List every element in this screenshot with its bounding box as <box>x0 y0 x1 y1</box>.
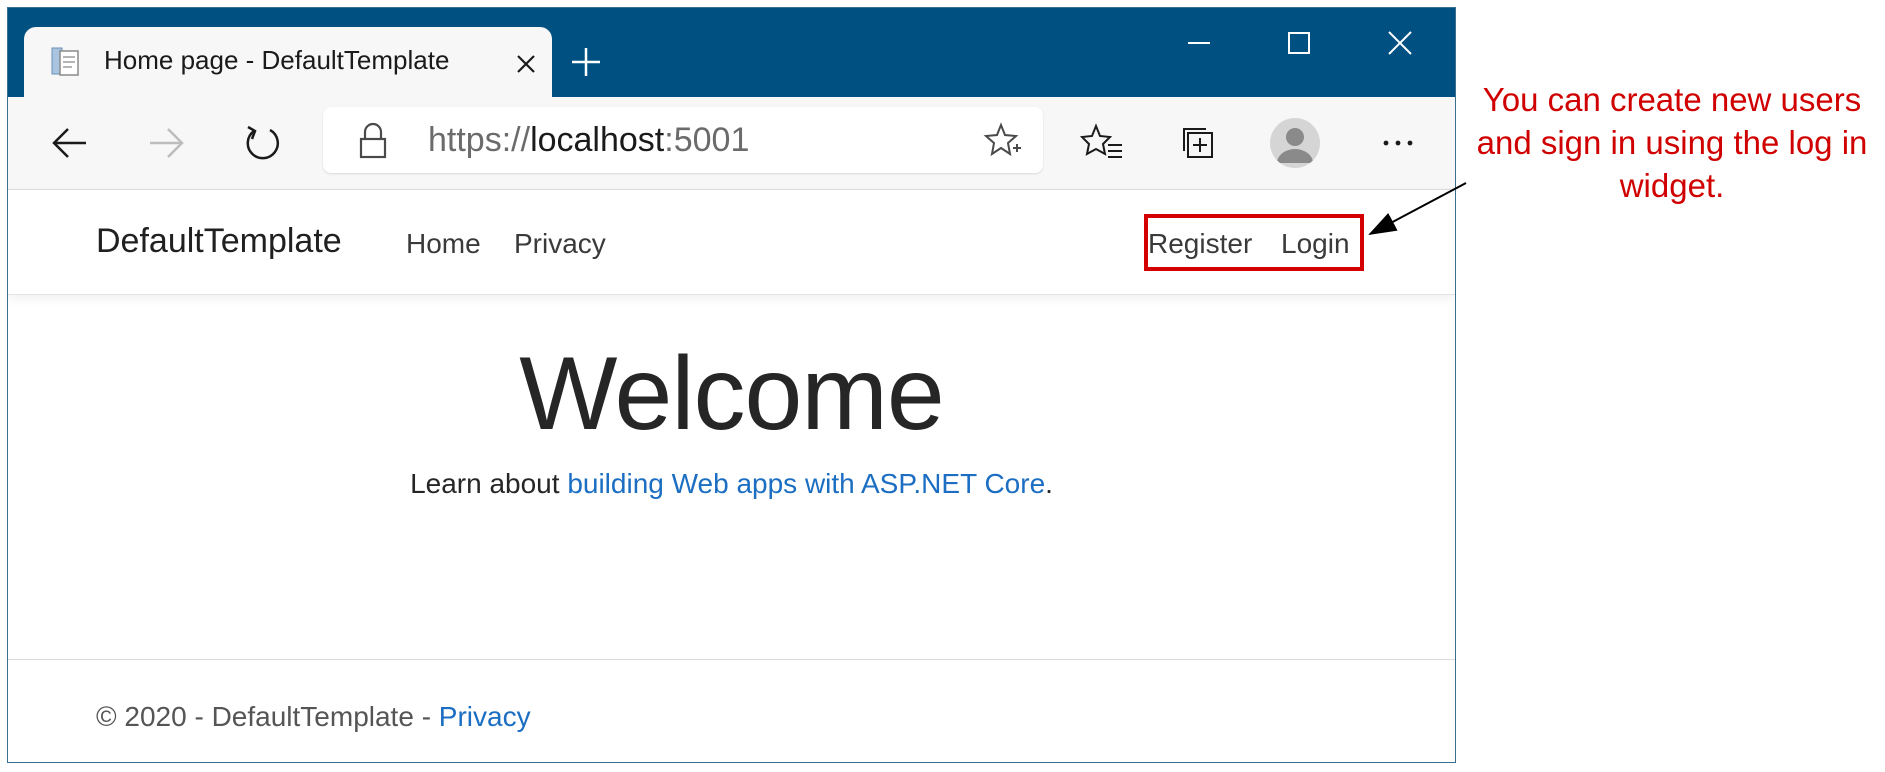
minimize-icon[interactable] <box>1182 26 1216 60</box>
browser-toolbar: https://localhost:5001 <box>8 97 1455 190</box>
footer-privacy-link[interactable]: Privacy <box>439 701 531 732</box>
tab-title: Home page - DefaultTemplate <box>104 45 450 75</box>
maximize-icon[interactable] <box>1282 26 1316 60</box>
register-link[interactable]: Register <box>1148 228 1252 260</box>
footer-copyright: © 2020 - DefaultTemplate - <box>96 701 439 732</box>
nav-privacy-link[interactable]: Privacy <box>514 228 606 260</box>
url-scheme: https:// <box>428 121 531 159</box>
favorites-icon[interactable] <box>1080 121 1124 165</box>
url-text: https://localhost:5001 <box>428 121 749 160</box>
login-link[interactable]: Login <box>1281 228 1350 260</box>
favorite-star-icon[interactable] <box>983 121 1023 161</box>
more-icon[interactable] <box>1376 121 1420 165</box>
footer-divider <box>8 659 1455 660</box>
url-host: localhost <box>530 121 665 159</box>
nav-home-link[interactable]: Home <box>406 228 481 260</box>
learn-text: Learn about building Web apps with ASP.N… <box>8 468 1455 500</box>
page-favicon-icon <box>51 47 79 76</box>
lock-icon <box>359 122 387 159</box>
url-port: :5001 <box>664 121 750 159</box>
profile-avatar-icon[interactable] <box>1270 118 1320 168</box>
brand-link[interactable]: DefaultTemplate <box>96 222 342 261</box>
title-bar: Home page - DefaultTemplate <box>8 8 1455 97</box>
footer: © 2020 - DefaultTemplate - Privacy <box>96 701 531 733</box>
site-navbar: DefaultTemplate Home Privacy Register Lo… <box>8 190 1455 295</box>
learn-prefix: Learn about <box>410 468 568 499</box>
annotation-text: You can create new users and sign in usi… <box>1476 81 1868 204</box>
learn-suffix: . <box>1045 468 1053 499</box>
close-window-icon[interactable] <box>1383 26 1417 60</box>
active-tab[interactable]: Home page - DefaultTemplate <box>24 27 552 97</box>
new-tab-icon[interactable] <box>568 44 604 80</box>
browser-window: Home page - DefaultTemplate https://loca… <box>7 7 1456 763</box>
aspnet-docs-link[interactable]: building Web apps with ASP.NET Core <box>567 468 1045 499</box>
welcome-heading: Welcome <box>519 336 945 452</box>
back-icon[interactable] <box>48 121 92 165</box>
refresh-icon[interactable] <box>240 121 284 165</box>
web-page: DefaultTemplate Home Privacy Register Lo… <box>8 190 1455 762</box>
address-bar[interactable]: https://localhost:5001 <box>323 107 1043 173</box>
collections-icon[interactable] <box>1176 121 1220 165</box>
close-tab-icon[interactable] <box>512 50 540 78</box>
forward-icon[interactable] <box>144 121 188 165</box>
